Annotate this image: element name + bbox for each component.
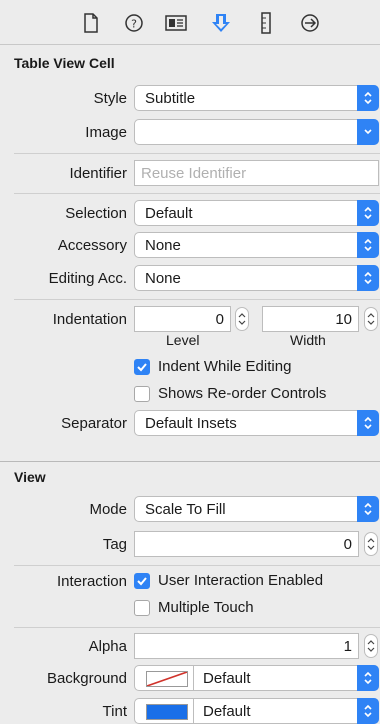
separator-value: Default Insets: [145, 415, 237, 432]
shows-reorder-label: Shows Re-order Controls: [158, 385, 327, 402]
tag-label: Tag: [102, 536, 127, 553]
up-down-chevron-icon: [357, 496, 379, 522]
section-title-table-view-cell: Table View Cell: [14, 55, 115, 71]
editing-acc-label: Editing Acc.: [48, 270, 127, 287]
mode-value: Scale To Fill: [145, 501, 226, 518]
accessory-value: None: [145, 237, 181, 254]
indentation-label: Indentation: [52, 311, 127, 328]
background-swatch[interactable]: [146, 671, 188, 687]
divider: [14, 193, 380, 194]
level-caption: Level: [166, 332, 200, 348]
up-down-chevron-icon: [357, 232, 379, 258]
tint-value: Default: [203, 703, 251, 720]
identifier-placeholder: Reuse Identifier: [141, 165, 247, 182]
tint-swatch[interactable]: [146, 704, 188, 720]
alpha-label: Alpha: [88, 638, 127, 655]
image-label: Image: [85, 124, 127, 141]
identity-inspector-icon[interactable]: [165, 12, 187, 34]
divider: [14, 627, 380, 628]
indentation-level-field[interactable]: 0: [134, 306, 231, 332]
alpha-field[interactable]: 1: [134, 633, 359, 659]
up-down-chevron-icon: [357, 200, 379, 226]
accessory-popup[interactable]: None: [134, 232, 379, 258]
background-value: Default: [203, 670, 251, 687]
tag-field[interactable]: 0: [134, 531, 359, 557]
width-caption: Width: [290, 332, 326, 348]
checkmark-icon: [137, 363, 147, 372]
interaction-label: Interaction: [56, 573, 127, 590]
indentation-level-value: 0: [215, 311, 224, 328]
no-color-slash-icon: [147, 672, 187, 686]
shows-reorder-checkbox[interactable]: [134, 386, 150, 402]
attributes-inspector-icon[interactable]: [210, 12, 232, 34]
mode-popup[interactable]: Scale To Fill: [134, 496, 379, 522]
accessory-label: Accessory: [57, 237, 127, 254]
mode-label: Mode: [89, 501, 127, 518]
tag-value: 0: [343, 536, 352, 553]
divider: [14, 565, 380, 566]
indentation-level-stepper[interactable]: [235, 307, 249, 331]
quick-help-icon[interactable]: ?: [123, 12, 145, 34]
style-value: Subtitle: [145, 90, 196, 107]
svg-text:?: ?: [131, 18, 137, 31]
up-down-chevron-icon: [357, 410, 379, 436]
indentation-width-value: 10: [335, 311, 352, 328]
selection-popup[interactable]: Default: [134, 200, 379, 226]
background-label: Background: [46, 670, 127, 687]
connections-inspector-icon[interactable]: [299, 12, 321, 34]
tag-stepper[interactable]: [364, 532, 378, 556]
identifier-field[interactable]: Reuse Identifier: [134, 160, 379, 186]
section-divider: [0, 461, 380, 462]
divider: [14, 153, 380, 154]
alpha-stepper[interactable]: [364, 634, 378, 658]
separator-label: Separator: [61, 415, 127, 432]
file-inspector-icon[interactable]: [80, 12, 102, 34]
indent-while-editing-checkbox[interactable]: [134, 359, 150, 375]
size-inspector-icon[interactable]: [255, 12, 277, 34]
style-popup[interactable]: Subtitle: [134, 85, 379, 111]
indentation-width-stepper[interactable]: [364, 307, 378, 331]
selection-value: Default: [145, 205, 193, 222]
multiple-touch-checkbox[interactable]: [134, 600, 150, 616]
tint-divider: [193, 698, 194, 724]
editing-acc-popup[interactable]: None: [134, 265, 379, 291]
tint-label: Tint: [102, 703, 127, 720]
background-divider: [193, 665, 194, 691]
identifier-label: Identifier: [69, 165, 127, 182]
editing-acc-value: None: [145, 270, 181, 287]
indent-while-editing-label: Indent While Editing: [158, 358, 292, 375]
indentation-width-field[interactable]: 10: [262, 306, 359, 332]
up-down-chevron-icon: [357, 85, 379, 111]
checkmark-icon: [137, 577, 147, 586]
user-interaction-label: User Interaction Enabled: [158, 572, 324, 589]
chevron-down-icon[interactable]: [357, 119, 379, 145]
separator-popup[interactable]: Default Insets: [134, 410, 379, 436]
inspector-toolbar: ?: [0, 0, 380, 45]
section-title-view: View: [14, 469, 46, 485]
up-down-chevron-icon: [357, 698, 379, 724]
style-label: Style: [93, 90, 127, 107]
up-down-chevron-icon: [357, 265, 379, 291]
multiple-touch-label: Multiple Touch: [158, 599, 254, 616]
divider: [14, 299, 380, 300]
selection-label: Selection: [65, 205, 127, 222]
image-combo[interactable]: [134, 119, 379, 145]
user-interaction-checkbox[interactable]: [134, 573, 150, 589]
up-down-chevron-icon: [357, 665, 379, 691]
alpha-value: 1: [343, 638, 352, 655]
